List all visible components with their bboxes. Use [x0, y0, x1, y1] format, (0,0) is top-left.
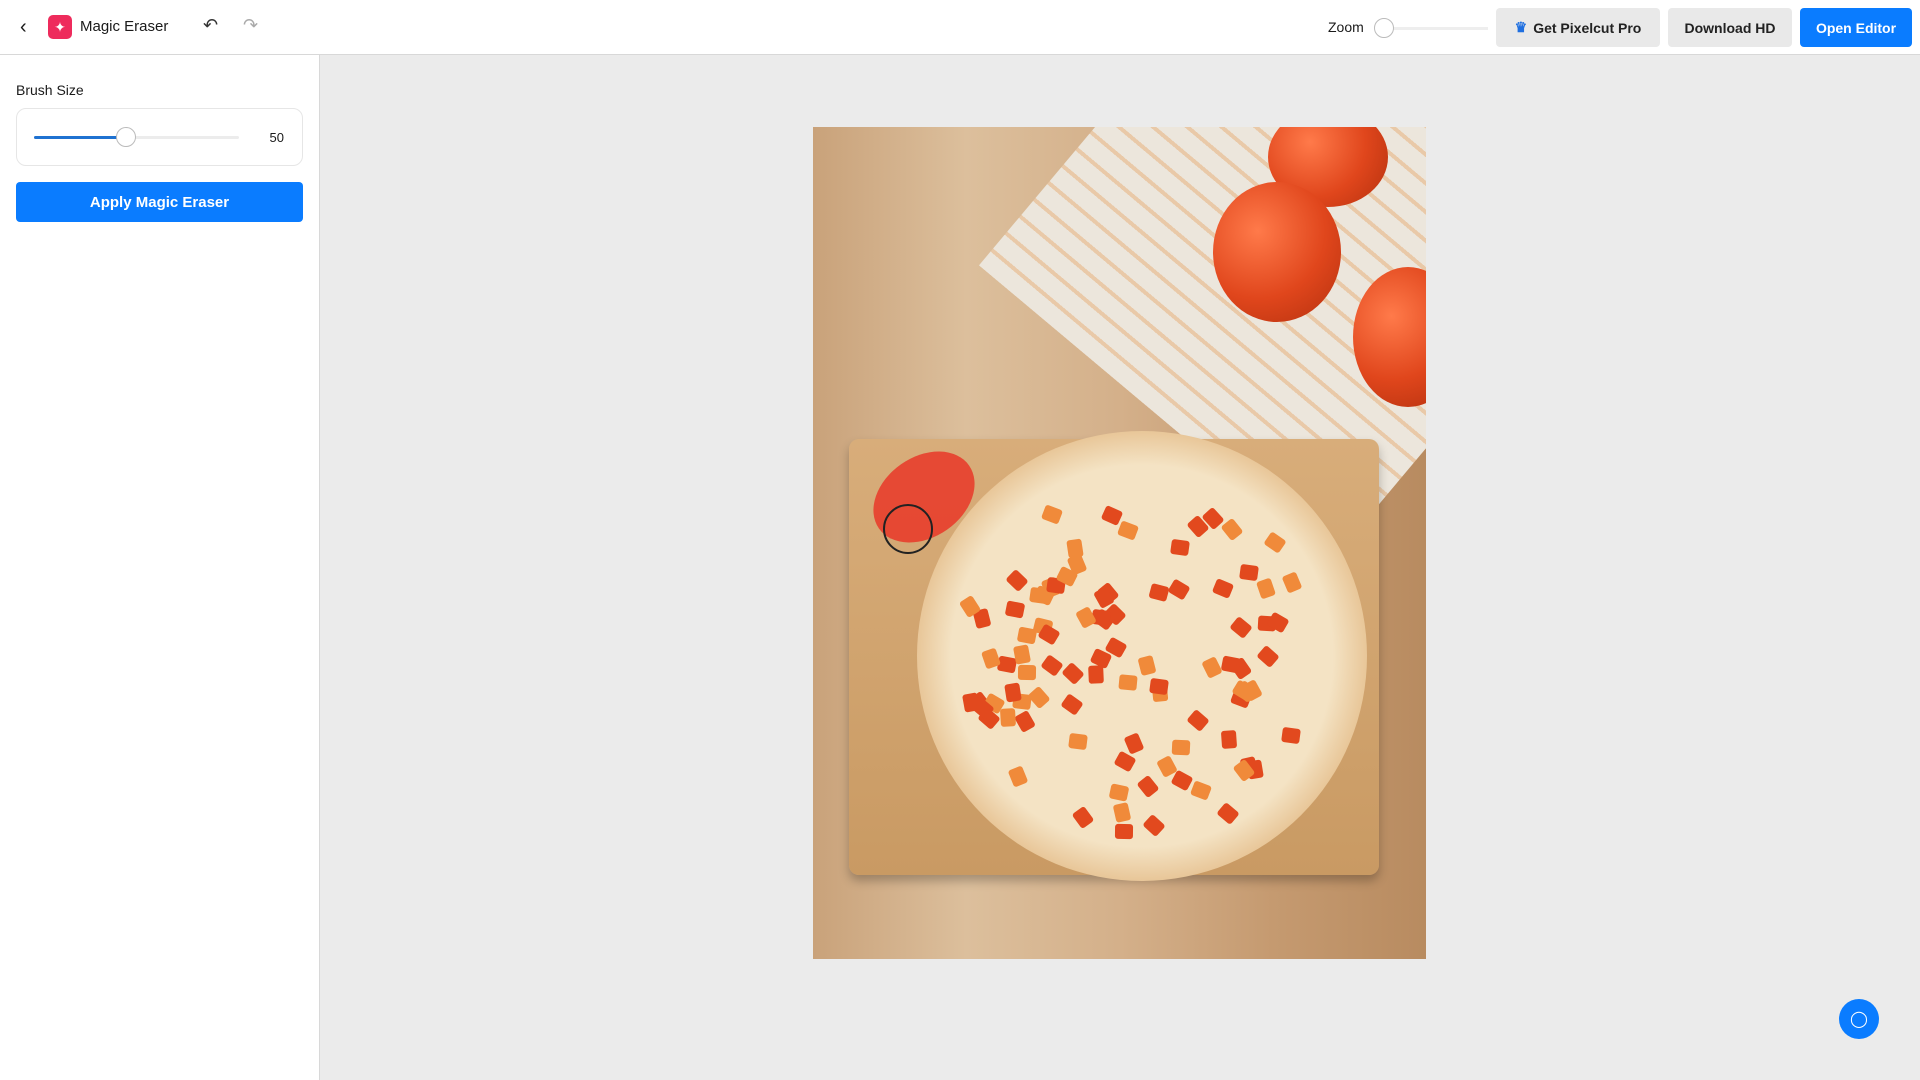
tomato-topping: [1255, 645, 1280, 669]
tomato-topping: [1114, 823, 1133, 840]
back-arrow-icon[interactable]: ‹: [20, 16, 27, 39]
tomato-topping: [1220, 729, 1238, 749]
undo-icon[interactable]: ↶: [203, 15, 218, 36]
tomato-topping: [1060, 693, 1084, 716]
tomato-topping: [1117, 520, 1140, 542]
tomato-topping: [1256, 577, 1277, 600]
tomato-topping: [1169, 538, 1190, 556]
tomato-topping: [1189, 779, 1212, 801]
tomato-topping: [1186, 709, 1210, 733]
tomato-topping: [1281, 726, 1302, 744]
tomato-topping: [1004, 600, 1026, 619]
brush-size-value: 50: [269, 130, 284, 145]
brush-cursor: [883, 504, 933, 554]
redo-icon[interactable]: ↷: [243, 15, 258, 36]
tomato-topping: [1123, 732, 1145, 755]
tomato-topping: [1171, 739, 1190, 756]
zoom-slider-knob[interactable]: [1374, 18, 1394, 38]
tomato-topping: [1005, 569, 1029, 593]
tomato-topping: [1281, 571, 1303, 594]
tomato-topping: [1228, 616, 1253, 640]
get-pro-label: Get Pixelcut Pro: [1533, 19, 1642, 36]
tomato-topping: [1149, 678, 1169, 696]
tomato-topping: [1137, 654, 1157, 676]
tomato-topping: [1014, 709, 1037, 733]
magic-eraser-icon: ✦: [48, 15, 72, 39]
zoom-label: Zoom: [1328, 19, 1364, 35]
tomato-topping: [1136, 774, 1160, 799]
tomato-topping: [1215, 801, 1240, 825]
tomato-topping: [1117, 674, 1138, 691]
pizza: [917, 431, 1367, 881]
tomato-topping: [1211, 577, 1234, 599]
tomato-topping: [1040, 653, 1064, 677]
tomato-topping: [1018, 664, 1037, 681]
tomato-topping: [1016, 626, 1038, 645]
brush-size-slider[interactable]: [34, 127, 239, 147]
app-title: Magic Eraser: [80, 18, 169, 35]
tomato-topping: [1027, 685, 1051, 710]
brush-size-knob[interactable]: [116, 127, 137, 147]
chat-icon[interactable]: ◯: [1839, 999, 1879, 1039]
tomato-topping: [1142, 813, 1166, 837]
download-hd-button[interactable]: Download HD: [1668, 8, 1792, 47]
tomato-topping: [1238, 564, 1259, 582]
tomato-topping: [1013, 644, 1032, 666]
tomato-topping: [1170, 770, 1194, 792]
tomato-topping: [1088, 665, 1104, 684]
tomato-topping: [1004, 682, 1022, 703]
top-bar: ‹ ✦ Magic Eraser ↶ ↷ Zoom ♛ Get Pixelcut …: [0, 0, 1920, 55]
tomato-topping: [1072, 805, 1095, 830]
tomato-topping: [1007, 765, 1028, 788]
tomato-topping: [1220, 654, 1242, 674]
image-canvas[interactable]: [813, 127, 1426, 959]
sidebar: Brush Size 50 Apply Magic Eraser: [0, 55, 320, 1080]
tomato-topping: [1041, 504, 1064, 525]
tomato-topping: [1113, 751, 1137, 773]
apply-magic-eraser-button[interactable]: Apply Magic Eraser: [16, 182, 303, 222]
tomato-topping: [1068, 733, 1089, 751]
tomato-topping: [1148, 582, 1170, 602]
tomato-topping: [1112, 802, 1132, 824]
brush-size-control: 50: [16, 108, 303, 166]
brush-size-label: Brush Size: [16, 82, 84, 98]
tomato-topping: [1263, 530, 1287, 554]
tomato-topping: [1108, 783, 1130, 802]
tomato-topping: [1201, 655, 1223, 679]
get-pixelcut-pro-button[interactable]: ♛ Get Pixelcut Pro: [1496, 8, 1660, 47]
zoom-slider[interactable]: [1374, 18, 1488, 38]
crown-icon: ♛: [1514, 19, 1528, 35]
tomato-topping: [1220, 517, 1244, 542]
tomato-topping: [999, 707, 1016, 727]
tomato-topping: [1167, 578, 1191, 601]
open-editor-button[interactable]: Open Editor: [1800, 8, 1912, 47]
brush-size-fill: [34, 136, 127, 139]
tomato: [1213, 182, 1341, 322]
tomato-topping: [1061, 661, 1085, 685]
